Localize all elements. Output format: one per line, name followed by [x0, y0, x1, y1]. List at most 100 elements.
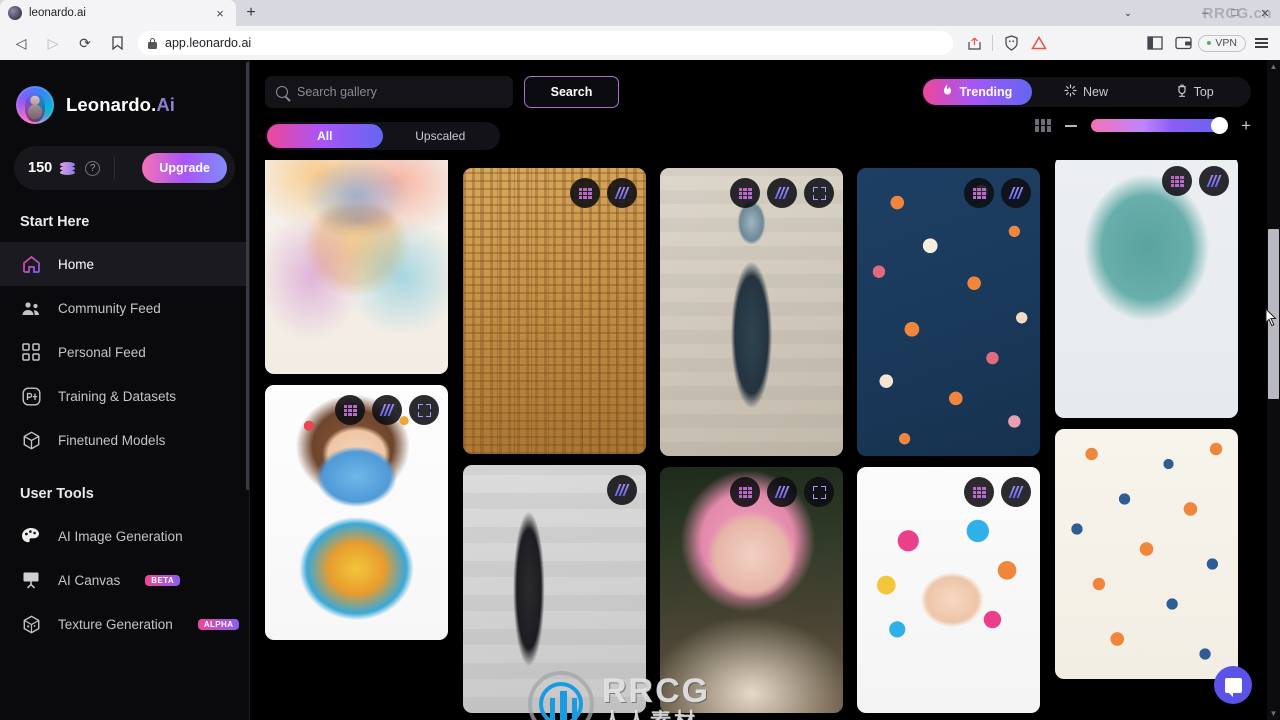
scroll-down-arrow[interactable]: ▼	[1267, 707, 1280, 720]
tab-title: leonardo.ai	[29, 7, 86, 19]
variations-icon[interactable]	[767, 178, 797, 208]
browser-menu-icon[interactable]	[1248, 30, 1274, 56]
section-title-start-here: Start Here	[20, 214, 90, 230]
back-button[interactable]: ◁	[6, 30, 36, 56]
search-button[interactable]: Search	[524, 76, 619, 108]
brand-name: Leonardo.Ai	[66, 94, 176, 115]
tab-top[interactable]: Top	[1140, 79, 1249, 105]
vpn-toggle[interactable]: VPN	[1198, 34, 1246, 52]
zoom-in-button[interactable]: +	[1241, 117, 1251, 134]
brand-suffix: Ai	[156, 94, 176, 115]
sidebar-item-ai-canvas[interactable]: AI Canvas BETA	[0, 558, 249, 602]
sidebar-scrollbar[interactable]	[246, 62, 249, 490]
remix-icon[interactable]	[730, 178, 760, 208]
sidebar-item-texture-generation[interactable]: Texture Generation ALPHA	[0, 602, 249, 646]
cube-icon	[20, 429, 42, 451]
sidebar-item-label: Personal Feed	[58, 344, 146, 360]
gallery-column	[265, 160, 448, 651]
artwork-thumbnail	[1055, 429, 1238, 679]
brave-leo-icon[interactable]	[1026, 30, 1052, 56]
variations-icon[interactable]	[607, 475, 637, 505]
variations-icon[interactable]	[372, 395, 402, 425]
sidebar-item-home[interactable]: Home	[0, 242, 249, 286]
sidebar-item-personal-feed[interactable]: Personal Feed	[0, 330, 249, 374]
vpn-label: VPN	[1215, 37, 1237, 49]
page-scrollbar[interactable]: ▲ ▼	[1267, 60, 1280, 720]
grid-density-icon[interactable]	[1035, 119, 1052, 132]
sidebar-item-label: Training & Datasets	[58, 388, 177, 404]
gallery-card[interactable]	[660, 168, 843, 456]
expand-icon[interactable]	[409, 395, 439, 425]
badge-beta: BETA	[145, 574, 181, 586]
card-action-buttons	[335, 395, 439, 425]
tab-all[interactable]: All	[267, 124, 383, 148]
gallery-card[interactable]	[463, 168, 646, 454]
sidebar-item-training-datasets[interactable]: Training & Datasets	[0, 374, 249, 418]
browser-tab[interactable]: leonardo.ai ×	[0, 0, 236, 26]
gallery-card[interactable]	[1055, 160, 1238, 418]
gallery-card[interactable]	[265, 385, 448, 640]
gallery-card[interactable]	[660, 467, 843, 713]
gallery-card[interactable]	[857, 168, 1040, 456]
sidebar-item-label: AI Image Generation	[58, 528, 183, 544]
remix-icon[interactable]	[964, 477, 994, 507]
variations-icon[interactable]	[1001, 178, 1031, 208]
remix-icon[interactable]	[1162, 166, 1192, 196]
card-action-buttons	[730, 477, 834, 507]
sidebar-item-label: Community Feed	[58, 300, 161, 316]
variations-icon[interactable]	[767, 477, 797, 507]
sort-tab-group: Trending New Top	[921, 77, 1251, 107]
variations-icon[interactable]	[1001, 477, 1031, 507]
help-icon[interactable]: ?	[85, 160, 101, 176]
chevron-down-icon[interactable]: ⌄	[1114, 0, 1142, 26]
tab-upscaled[interactable]: Upscaled	[383, 124, 499, 148]
gallery-card[interactable]	[857, 467, 1040, 713]
address-bar[interactable]: app.leonardo.ai	[138, 31, 954, 55]
slider-knob[interactable]	[1211, 117, 1229, 134]
image-gallery	[251, 160, 1268, 720]
brave-shield-icon[interactable]	[998, 30, 1024, 56]
gallery-card[interactable]	[1055, 429, 1238, 679]
training-icon	[20, 385, 42, 407]
gallery-card[interactable]	[265, 160, 448, 374]
expand-icon[interactable]	[804, 477, 834, 507]
maximize-button[interactable]: □	[1220, 0, 1250, 26]
forward-button[interactable]: ▷	[38, 30, 68, 56]
leonardo-logo-icon	[16, 86, 54, 124]
zoom-out-button[interactable]	[1065, 124, 1078, 127]
flame-icon	[942, 84, 953, 100]
gallery-card[interactable]	[463, 465, 646, 713]
new-tab-button[interactable]: +	[240, 3, 262, 23]
share-icon[interactable]	[961, 30, 987, 56]
remix-icon[interactable]	[335, 395, 365, 425]
artwork-thumbnail	[660, 168, 843, 456]
search-input[interactable]	[297, 85, 502, 99]
upgrade-button[interactable]: Upgrade	[142, 153, 227, 183]
tab-trending[interactable]: Trending	[923, 79, 1032, 105]
reload-button[interactable]: ⟳	[70, 30, 100, 56]
brand-logo-row[interactable]: Leonardo.Ai	[0, 60, 249, 124]
variations-icon[interactable]	[1199, 166, 1229, 196]
minimize-button[interactable]: –	[1190, 0, 1220, 26]
wallet-icon[interactable]	[1170, 30, 1196, 56]
close-tab-icon[interactable]: ×	[212, 5, 228, 21]
remix-icon[interactable]	[964, 178, 994, 208]
close-window-button[interactable]: ✕	[1250, 0, 1280, 26]
sidebar-item-finetuned-models[interactable]: Finetuned Models	[0, 418, 249, 462]
nav-list-user-tools: AI Image Generation AI Canvas BETA Textu…	[0, 514, 249, 646]
sidebar-panel-icon[interactable]	[1142, 30, 1168, 56]
search-gallery-field[interactable]	[265, 76, 513, 108]
site-favicon	[8, 6, 22, 20]
chat-bubble-icon[interactable]	[1214, 666, 1252, 704]
tab-new[interactable]: New	[1032, 79, 1141, 105]
remix-icon[interactable]	[730, 477, 760, 507]
sidebar-item-community-feed[interactable]: Community Feed	[0, 286, 249, 330]
variations-icon[interactable]	[607, 178, 637, 208]
sidebar-item-ai-image-generation[interactable]: AI Image Generation	[0, 514, 249, 558]
scroll-up-arrow[interactable]: ▲	[1267, 60, 1280, 73]
bookmark-icon[interactable]	[104, 30, 130, 56]
zoom-slider[interactable]	[1091, 117, 1229, 134]
gallery-column	[463, 168, 646, 720]
remix-icon[interactable]	[570, 178, 600, 208]
expand-icon[interactable]	[804, 178, 834, 208]
